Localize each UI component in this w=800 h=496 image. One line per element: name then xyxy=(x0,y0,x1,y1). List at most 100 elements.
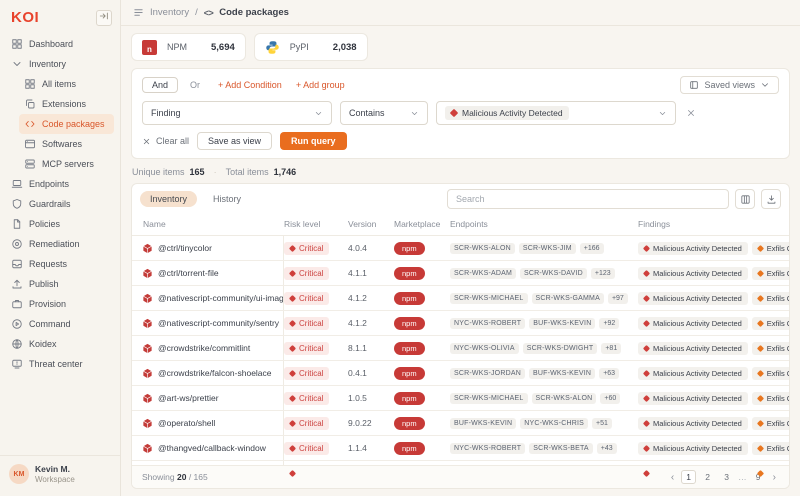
table-row[interactable]: @ctrl/torrent-fileCritical4.1.1npmSCR-WK… xyxy=(132,261,789,286)
more-endpoints-count[interactable]: +92 xyxy=(599,318,619,329)
sidebar-item-guardrails[interactable]: Guardrails xyxy=(6,194,114,214)
table-row[interactable]: @nativescript-community/ui-imageCritical… xyxy=(132,286,789,311)
clear-all-button[interactable]: Clear all xyxy=(142,136,189,146)
risk-badge: Critical xyxy=(284,367,329,380)
more-endpoints-count[interactable]: +51 xyxy=(592,418,612,429)
more-endpoints-count[interactable]: +123 xyxy=(591,268,615,279)
sidebar-collapse-button[interactable] xyxy=(96,10,112,26)
page-button-2[interactable]: 2 xyxy=(700,471,715,483)
endpoints-cell: NYC-WKS-ROBERTBUF-WKS-KEVIN+92 xyxy=(450,318,638,329)
table-row[interactable]: @operato/shellCritical9.0.22npmBUF-WKS-K… xyxy=(132,411,789,436)
sidebar-item-endpoints[interactable]: Endpoints xyxy=(6,174,114,194)
sidebar-item-all-items[interactable]: All items xyxy=(19,74,114,94)
column-header-endpoints[interactable]: Endpoints xyxy=(450,214,638,235)
package-name[interactable]: @nativescript-community/sentry xyxy=(158,318,279,328)
risk-cell: Critical xyxy=(284,392,348,405)
marketplace-cell: npm xyxy=(394,242,450,255)
endpoint-chip: NYC-WKS-CHRIS xyxy=(520,418,588,429)
package-name[interactable]: @thangved/callback-window xyxy=(158,443,266,453)
table-row[interactable]: @crowdstrike/falcon-shoelaceCritical0.4.… xyxy=(132,361,789,386)
sidebar-item-extensions[interactable]: Extensions xyxy=(19,94,114,114)
run-query-button[interactable]: Run query xyxy=(280,132,347,150)
save-as-view-button[interactable]: Save as view xyxy=(197,132,272,150)
column-header-findings[interactable]: Findings xyxy=(638,214,789,235)
sidebar-item-koidex[interactable]: Koidex xyxy=(6,334,114,354)
sidebar-item-inventory[interactable]: Inventory xyxy=(6,54,114,74)
more-endpoints-count[interactable]: +43 xyxy=(597,443,617,454)
search-input[interactable] xyxy=(447,189,729,209)
more-endpoints-count[interactable]: +63 xyxy=(599,368,619,379)
workspace-user[interactable]: KM Kevin M. Workspace xyxy=(0,455,120,496)
more-endpoints-count[interactable]: +60 xyxy=(600,393,620,404)
page-button-1[interactable]: 1 xyxy=(681,470,696,484)
stats-divider: · xyxy=(214,167,217,177)
page-button-3[interactable]: 3 xyxy=(719,471,734,483)
download-button[interactable] xyxy=(761,189,781,209)
saved-views-button[interactable]: Saved views xyxy=(680,76,779,94)
tab-inventory[interactable]: Inventory xyxy=(140,191,197,207)
column-header-risk-level[interactable]: Risk level xyxy=(284,214,348,235)
sidebar-item-remediation[interactable]: Remediation xyxy=(6,234,114,254)
table-row[interactable]: @thangved/callback-windowCritical1.1.4np… xyxy=(132,436,789,461)
list-menu-icon[interactable] xyxy=(133,7,144,18)
table-row[interactable]: @crowdstrike/commitlintCritical8.1.1npmN… xyxy=(132,336,789,361)
copy-icon xyxy=(24,98,36,110)
risk-label: Critical xyxy=(299,369,323,378)
filter-operator-select[interactable]: Contains xyxy=(340,101,428,125)
logic-and-button[interactable]: And xyxy=(142,77,178,93)
package-name-cell: @ctrl/tinycolor xyxy=(132,236,284,260)
summary-card-pypi[interactable]: PyPI2,038 xyxy=(254,33,368,61)
summary-card-npm[interactable]: nNPM5,694 xyxy=(131,33,246,61)
warning-diamond-icon xyxy=(757,269,764,276)
sidebar-item-softwares[interactable]: Softwares xyxy=(19,134,114,154)
table-row[interactable]: @art-ws/prettierCritical1.0.5npmSCR-WKS-… xyxy=(132,386,789,411)
finding-label: Malicious Activity Detected xyxy=(653,244,742,253)
sidebar-item-dashboard[interactable]: Dashboard xyxy=(6,34,114,54)
more-endpoints-count[interactable]: +166 xyxy=(580,243,604,254)
package-name[interactable]: @art-ws/prettier xyxy=(158,393,219,403)
finding-label: Malicious Activity Detected xyxy=(653,319,742,328)
sidebar-item-label: Command xyxy=(29,319,71,329)
column-header-version[interactable]: Version xyxy=(348,214,394,235)
remove-condition-button[interactable] xyxy=(684,106,698,120)
columns-button[interactable] xyxy=(735,189,755,209)
sidebar-item-provision[interactable]: Provision xyxy=(6,294,114,314)
tab-history[interactable]: History xyxy=(203,191,251,207)
sidebar-item-command[interactable]: Command xyxy=(6,314,114,334)
add-group-link[interactable]: + Add group xyxy=(296,80,345,90)
sidebar-item-threat-center[interactable]: Threat center xyxy=(6,354,114,374)
add-condition-link[interactable]: + Add Condition xyxy=(218,80,282,90)
table-row[interactable]: @ctrl/tinycolorCritical4.0.4npmSCR-WKS-A… xyxy=(132,236,789,261)
package-name[interactable]: @operato/shell xyxy=(158,418,215,428)
package-name[interactable]: @ctrl/tinycolor xyxy=(158,243,212,253)
sidebar-item-policies[interactable]: Policies xyxy=(6,214,114,234)
npm-badge: npm xyxy=(394,242,425,255)
critical-diamond-icon xyxy=(289,269,296,276)
filter-value-select[interactable]: Malicious Activity Detected xyxy=(436,101,676,125)
next-page-button[interactable]: › xyxy=(770,472,779,483)
sidebar-item-label: Provision xyxy=(29,299,66,309)
prev-page-button[interactable]: ‹ xyxy=(668,472,677,483)
marketplace-cell: npm xyxy=(394,317,450,330)
logic-or-button[interactable]: Or xyxy=(186,78,204,92)
more-endpoints-count[interactable]: +81 xyxy=(601,343,621,354)
package-name[interactable]: @nativescript-community/ui-image xyxy=(158,293,284,303)
package-name[interactable]: @crowdstrike/falcon-shoelace xyxy=(158,368,272,378)
more-endpoints-count[interactable]: +97 xyxy=(608,293,628,304)
card-label: PyPI xyxy=(290,42,309,52)
column-header-marketplace[interactable]: Marketplace xyxy=(394,214,450,235)
sidebar-item-code-packages[interactable]: Code packages xyxy=(19,114,114,134)
column-header-name[interactable]: Name xyxy=(132,214,284,235)
package-name[interactable]: @ctrl/torrent-file xyxy=(158,268,219,278)
sidebar-item-publish[interactable]: Publish xyxy=(6,274,114,294)
sidebar-item-label: Dashboard xyxy=(29,39,73,49)
filter-field-select[interactable]: Finding xyxy=(142,101,332,125)
sidebar-item-mcp-servers[interactable]: MCP servers xyxy=(19,154,114,174)
sidebar-item-requests[interactable]: Requests xyxy=(6,254,114,274)
finding-label: Exfils Cl xyxy=(767,394,789,403)
package-icon xyxy=(142,368,153,379)
package-name[interactable]: @crowdstrike/commitlint xyxy=(158,343,250,353)
table-row[interactable]: @nativescript-community/sentryCritical4.… xyxy=(132,311,789,336)
endpoint-chip: SCR-WKS-ADAM xyxy=(450,268,516,279)
breadcrumb-parent[interactable]: Inventory xyxy=(150,7,189,18)
